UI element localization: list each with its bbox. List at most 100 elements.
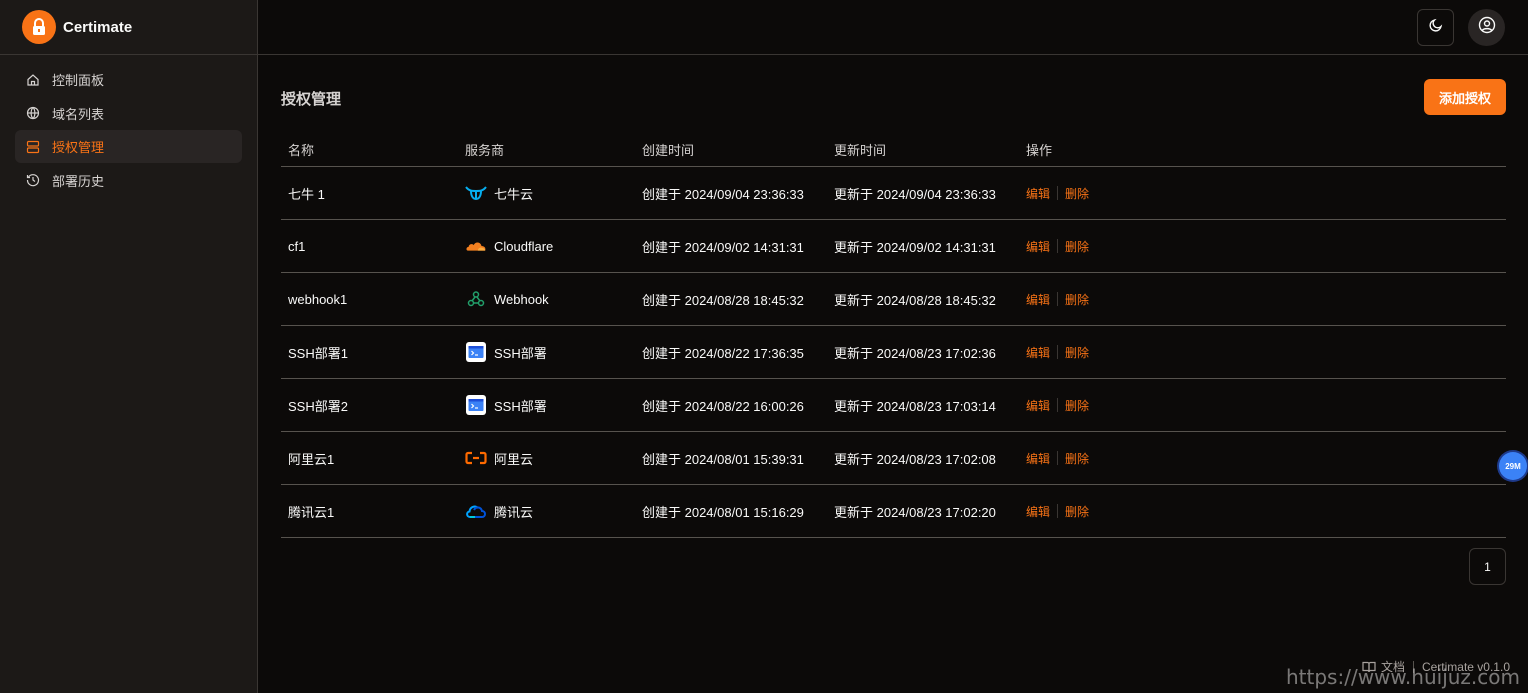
provider-name: SSH部署 <box>494 398 547 414</box>
edit-button[interactable]: 编辑 <box>1026 503 1050 520</box>
table-row: 腾讯云1 腾讯云 创建于 2024/08/01 15:16:29 更新于 202… <box>281 485 1506 538</box>
webhook-icon <box>465 288 487 310</box>
provider-name: Cloudflare <box>494 238 554 254</box>
provider-cell: SSH部署 <box>458 394 635 416</box>
delete-button[interactable]: 删除 <box>1065 344 1089 361</box>
row-actions: 编辑 删除 <box>1019 238 1089 255</box>
table-header: 名称 服务商 创建时间 更新时间 操作 <box>281 133 1506 167</box>
row-actions: 编辑 删除 <box>1019 450 1089 467</box>
updated-at: 更新于 2024/08/23 17:03:14 <box>834 398 996 414</box>
created-at: 创建于 2024/08/28 18:45:32 <box>642 292 804 308</box>
brand-name: Certimate <box>63 18 133 36</box>
updated-at: 更新于 2024/08/23 17:02:08 <box>834 451 996 467</box>
provider-cell: 阿里云 <box>458 447 635 469</box>
table-row: cf1 Cloudflare 创建于 2024/09/02 14:31:31 更… <box>281 220 1506 273</box>
sidebar-item-history[interactable]: 部署历史 <box>15 164 242 197</box>
created-at: 创建于 2024/08/22 16:00:26 <box>642 398 804 414</box>
add-access-button[interactable]: 添加授权 <box>1424 79 1506 115</box>
table-row: webhook1 Webhook 创建于 2024/08/28 18:45:32… <box>281 273 1506 326</box>
provider-cell: Webhook <box>458 288 635 310</box>
floating-memory-badge[interactable]: 29M <box>1499 452 1527 480</box>
provider-cell: Cloudflare <box>458 235 635 257</box>
sidebar-item-domains[interactable]: 域名列表 <box>15 97 242 130</box>
sidebar-item-label: 控制面板 <box>52 73 105 88</box>
updated-at: 更新于 2024/08/28 18:45:32 <box>834 292 996 308</box>
created-at: 创建于 2024/08/01 15:39:31 <box>642 451 804 467</box>
edit-button[interactable]: 编辑 <box>1026 344 1050 361</box>
history-icon <box>26 173 40 187</box>
provider-name: Webhook <box>494 291 549 307</box>
delete-button[interactable]: 删除 <box>1065 291 1089 308</box>
sidebar-item-dashboard[interactable]: 控制面板 <box>15 63 242 96</box>
app-root: Certimate 控制面板 域名列表 授权管理 部署历史 授权管理 添加授权 … <box>0 0 1528 693</box>
column-header-provider: 服务商 <box>465 143 505 158</box>
theme-toggle-button[interactable] <box>1417 9 1454 46</box>
delete-button[interactable]: 删除 <box>1065 450 1089 467</box>
moon-icon <box>1428 17 1444 38</box>
provider-cell: 腾讯云 <box>458 500 635 522</box>
updated-at: 更新于 2024/08/23 17:02:20 <box>834 504 996 520</box>
edit-button[interactable]: 编辑 <box>1026 185 1050 202</box>
provider-name: 阿里云 <box>494 451 534 467</box>
tencent-cloud-icon <box>465 500 487 522</box>
created-at: 创建于 2024/09/02 14:31:31 <box>642 239 804 255</box>
row-actions: 编辑 删除 <box>1019 291 1089 308</box>
edit-button[interactable]: 编辑 <box>1026 397 1050 414</box>
table-row: 阿里云1 阿里云 创建于 2024/08/01 15:39:31 更新于 202… <box>281 432 1506 485</box>
delete-button[interactable]: 删除 <box>1065 238 1089 255</box>
qiniu-icon <box>465 182 487 204</box>
sidebar-item-label: 部署历史 <box>52 173 105 189</box>
sidebar: Certimate 控制面板 域名列表 授权管理 部署历史 <box>0 0 258 693</box>
lock-logo-icon <box>22 10 56 44</box>
user-menu-button[interactable] <box>1468 9 1505 46</box>
provider-name: 七牛云 <box>494 186 534 202</box>
edit-button[interactable]: 编辑 <box>1026 291 1050 308</box>
delete-button[interactable]: 删除 <box>1065 397 1089 414</box>
ssh-icon <box>465 394 487 416</box>
access-name: cf1 <box>288 238 306 254</box>
row-actions: 编辑 删除 <box>1019 344 1089 361</box>
access-name: 七牛 1 <box>288 186 325 202</box>
page-title: 授权管理 <box>281 91 342 108</box>
provider-name: SSH部署 <box>494 345 547 361</box>
cloudflare-icon <box>465 235 487 257</box>
sidebar-item-access[interactable]: 授权管理 <box>15 130 242 163</box>
access-name: 阿里云1 <box>288 451 335 467</box>
access-name: SSH部署1 <box>288 345 348 361</box>
sidebar-item-label: 域名列表 <box>52 106 105 122</box>
access-name: SSH部署2 <box>288 398 348 414</box>
delete-button[interactable]: 删除 <box>1065 503 1089 520</box>
provider-cell: SSH部署 <box>458 341 635 363</box>
aliyun-icon <box>465 447 487 469</box>
topbar <box>258 0 1528 55</box>
action-divider <box>1057 292 1059 306</box>
column-header-created: 创建时间 <box>642 143 695 158</box>
updated-at: 更新于 2024/09/04 23:36:33 <box>834 186 996 202</box>
column-header-updated: 更新时间 <box>834 143 887 158</box>
action-divider <box>1057 504 1059 518</box>
action-divider <box>1057 239 1059 253</box>
row-actions: 编辑 删除 <box>1019 185 1089 202</box>
pagination-page-button[interactable]: 1 <box>1469 548 1506 585</box>
home-icon <box>26 73 40 87</box>
column-header-actions: 操作 <box>1026 143 1053 158</box>
delete-button[interactable]: 删除 <box>1065 185 1089 202</box>
action-divider <box>1057 345 1059 359</box>
created-at: 创建于 2024/08/22 17:36:35 <box>642 345 804 361</box>
edit-button[interactable]: 编辑 <box>1026 238 1050 255</box>
updated-at: 更新于 2024/08/23 17:02:36 <box>834 345 996 361</box>
access-table: 名称 服务商 创建时间 更新时间 操作 七牛 1 七牛云 创建于 2024/09… <box>281 133 1506 538</box>
created-at: 创建于 2024/08/01 15:16:29 <box>642 504 804 520</box>
brand[interactable]: Certimate <box>0 0 257 55</box>
ssh-icon <box>465 341 487 363</box>
action-divider <box>1057 451 1059 465</box>
table-row: SSH部署2 SSH部署 创建于 2024/08/22 16:00:26 更新于… <box>281 379 1506 432</box>
edit-button[interactable]: 编辑 <box>1026 450 1050 467</box>
action-divider <box>1057 398 1059 412</box>
user-circle-icon <box>1478 16 1496 39</box>
row-actions: 编辑 删除 <box>1019 503 1089 520</box>
table-row: SSH部署1 SSH部署 创建于 2024/08/22 17:36:35 更新于… <box>281 326 1506 379</box>
sidebar-item-label: 授权管理 <box>52 140 105 155</box>
access-name: webhook1 <box>288 291 348 307</box>
provider-name: 腾讯云 <box>494 504 534 520</box>
